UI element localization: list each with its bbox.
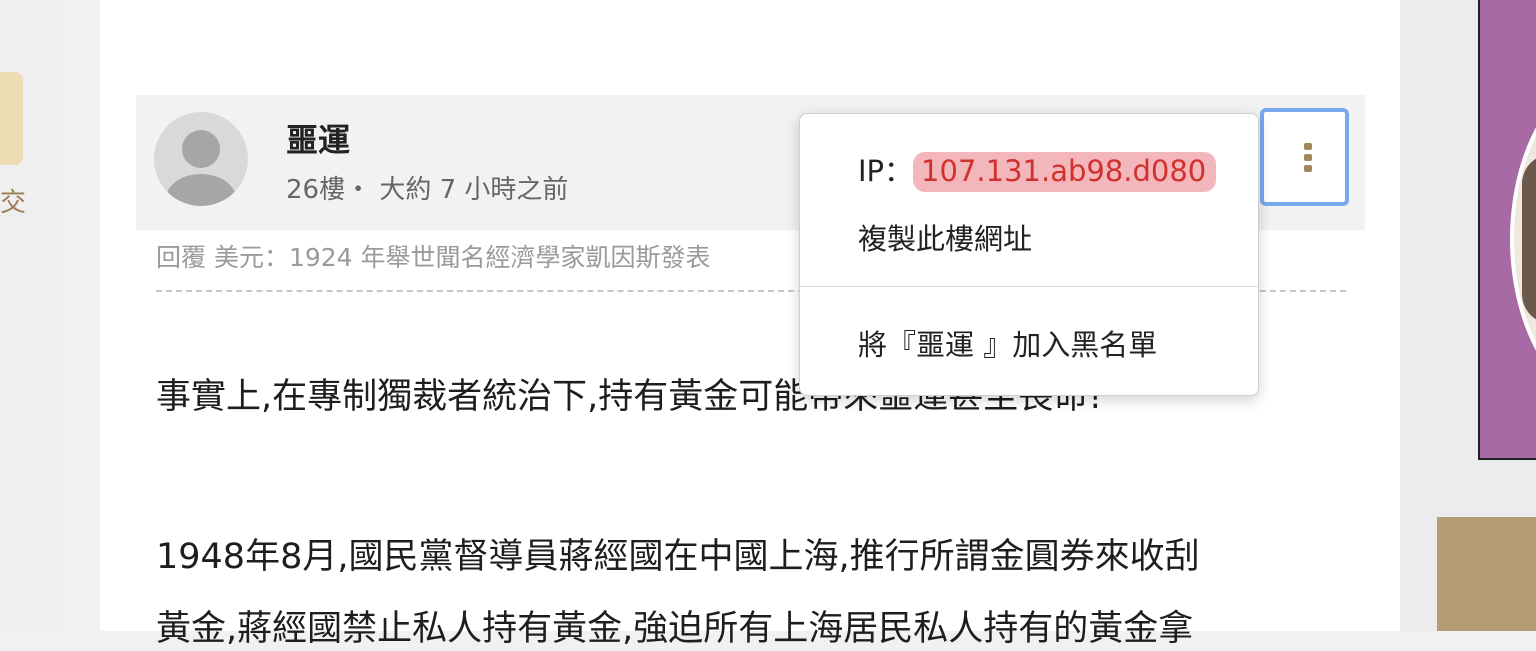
ip-label: IP： <box>858 154 914 188</box>
post-options-menu: IP： 107.131.ab98.d080 複製此樓網址 將『噩運 』加入黑名單 <box>799 113 1259 396</box>
more-options-button[interactable] <box>1260 108 1349 206</box>
left-nav-label: 交 <box>0 188 27 218</box>
author-name[interactable]: 噩運 <box>286 115 350 161</box>
more-dots-icon <box>1304 154 1312 161</box>
more-dots-icon <box>1304 143 1312 150</box>
profile-photo-figure <box>1522 154 1536 324</box>
left-rail: 交 <box>0 0 58 631</box>
add-to-blacklist-item[interactable]: 將『噩運 』加入黑名單 <box>858 322 1157 364</box>
menu-divider <box>800 286 1258 287</box>
post-meta: 26樓・ 大約 7 小時之前 <box>286 175 569 205</box>
avatar-body-icon <box>166 174 236 206</box>
more-dots-icon <box>1304 165 1312 172</box>
left-nav-tab[interactable] <box>0 72 23 165</box>
profile-card[interactable] <box>1478 0 1536 460</box>
ip-value: 107.131.ab98.d080 <box>913 152 1217 192</box>
avatar[interactable] <box>154 112 248 206</box>
side-panel[interactable] <box>1437 517 1536 631</box>
avatar-head-icon <box>182 130 220 168</box>
ip-info: IP： 107.131.ab98.d080 <box>858 148 1217 192</box>
post-paragraph: 黃金,蔣經國禁止私人持有黃金,強迫所有上海居民私人持有的黃金拿 <box>156 609 1194 649</box>
copy-post-link-item[interactable]: 複製此樓網址 <box>858 216 1032 258</box>
profile-photo <box>1510 70 1536 408</box>
post-paragraph: 1948年8月,國民黨督導員蔣經國在中國上海,推行所謂金圓券來收刮 <box>156 537 1200 577</box>
